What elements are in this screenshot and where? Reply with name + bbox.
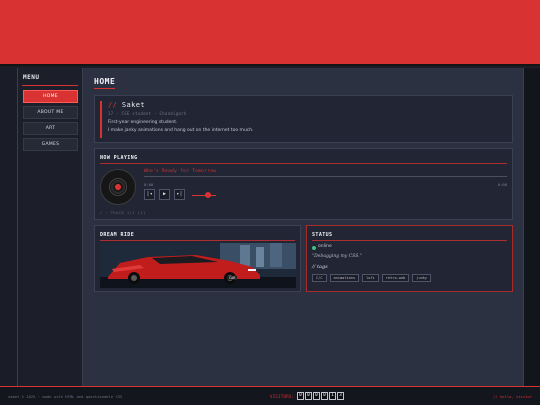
- tag-chip[interactable]: animations: [329, 274, 360, 282]
- menu-item-art[interactable]: ART: [23, 122, 78, 135]
- counter-digit: 0: [297, 392, 304, 400]
- license-plate: CAR: [227, 276, 238, 280]
- profile-name-text: Saket: [121, 101, 145, 109]
- profile-subtitle: 17 ⋅ CSE student ⋅ Chandigarh: [108, 111, 187, 116]
- tag-chip[interactable]: junky: [412, 274, 432, 282]
- counter-digit: 1: [329, 392, 336, 400]
- visitor-counter-label: VISITORS:: [270, 394, 295, 399]
- play-button[interactable]: ▶: [159, 189, 170, 200]
- time-total: 0:00: [497, 182, 507, 187]
- dream-ride-divider: [100, 240, 295, 241]
- dream-ride-heading: DREAM RIDE: [100, 232, 135, 238]
- profile-bio-line-2: I make janky animations and hang out on …: [108, 128, 254, 133]
- tag-chip[interactable]: C/C: [312, 274, 327, 282]
- profile-card: // Saket 17 ⋅ CSE student ⋅ Chandigarh F…: [94, 95, 513, 143]
- footer-greeting: // hello, visitor: [493, 394, 532, 399]
- counter-digit: 0: [313, 392, 320, 400]
- next-track-button[interactable]: ▸|: [174, 189, 185, 200]
- menu-item-games[interactable]: GAMES: [23, 138, 78, 151]
- profile-name: // Saket: [108, 101, 145, 109]
- main-content: HOME // Saket 17 ⋅ CSE student ⋅ Chandig…: [83, 68, 523, 386]
- red-sports-car-illustration: [100, 243, 296, 288]
- profile-accent-bar: [100, 101, 102, 138]
- menu-divider: [22, 85, 78, 86]
- menu-item-home[interactable]: HOME: [23, 90, 78, 103]
- volume-slider-knob[interactable]: [205, 192, 211, 198]
- counter-digit: 0: [305, 392, 312, 400]
- status-divider: [312, 240, 507, 241]
- track-counter: ♪ · TRACK 1/1 [1]: [100, 210, 146, 215]
- tag-chip[interactable]: lofi: [362, 274, 379, 282]
- profile-slash: //: [108, 101, 118, 109]
- counter-digit: 0: [321, 392, 328, 400]
- online-status-icon: [312, 246, 316, 250]
- site-footer: saket © 2025 ⋅ made with HTML and questi…: [0, 386, 540, 405]
- vinyl-disc-icon: [100, 169, 136, 205]
- now-playing-divider: [100, 163, 507, 164]
- volume-slider[interactable]: [192, 195, 216, 196]
- menu-item-about-me[interactable]: ABOUT ME: [23, 106, 78, 119]
- tag-list: C/C animations lofi retro-web junky: [312, 274, 432, 282]
- visitor-counter: 0 0 0 0 1 3: [297, 392, 344, 400]
- status-card: STATUS online "Debugging my CSS." // tag…: [306, 225, 513, 292]
- tags-label: // tags: [312, 264, 328, 270]
- now-playing-card: NOW PLAYING Who's Ready for Tomorrow 0:0…: [94, 148, 513, 220]
- now-playing-heading: NOW PLAYING: [100, 155, 138, 161]
- track-title: Who's Ready for Tomorrow: [144, 169, 217, 174]
- right-rail: [523, 68, 540, 386]
- header-banner: [0, 0, 540, 66]
- online-status-label: online: [318, 244, 332, 249]
- counter-digit: 3: [337, 392, 344, 400]
- tag-chip[interactable]: retro-web: [381, 274, 410, 282]
- page-title-underline: [94, 88, 115, 89]
- status-quote: "Debugging my CSS.": [312, 254, 362, 259]
- dream-ride-card: DREAM RIDE CAR: [94, 225, 301, 292]
- page-title: HOME: [94, 77, 116, 86]
- dream-car-image: CAR: [100, 243, 296, 288]
- previous-track-button[interactable]: |◂: [144, 189, 155, 200]
- footer-credits: saket © 2025 ⋅ made with HTML and questi…: [8, 394, 123, 399]
- status-heading: STATUS: [312, 232, 333, 238]
- time-elapsed: 0:00: [144, 182, 154, 187]
- sidebar-menu: MENU HOME ABOUT ME ART GAMES: [17, 68, 83, 386]
- menu-title: MENU: [23, 74, 40, 81]
- profile-bio-line-1: First-year engineering student.: [108, 120, 178, 125]
- track-progress-bar[interactable]: [144, 176, 507, 177]
